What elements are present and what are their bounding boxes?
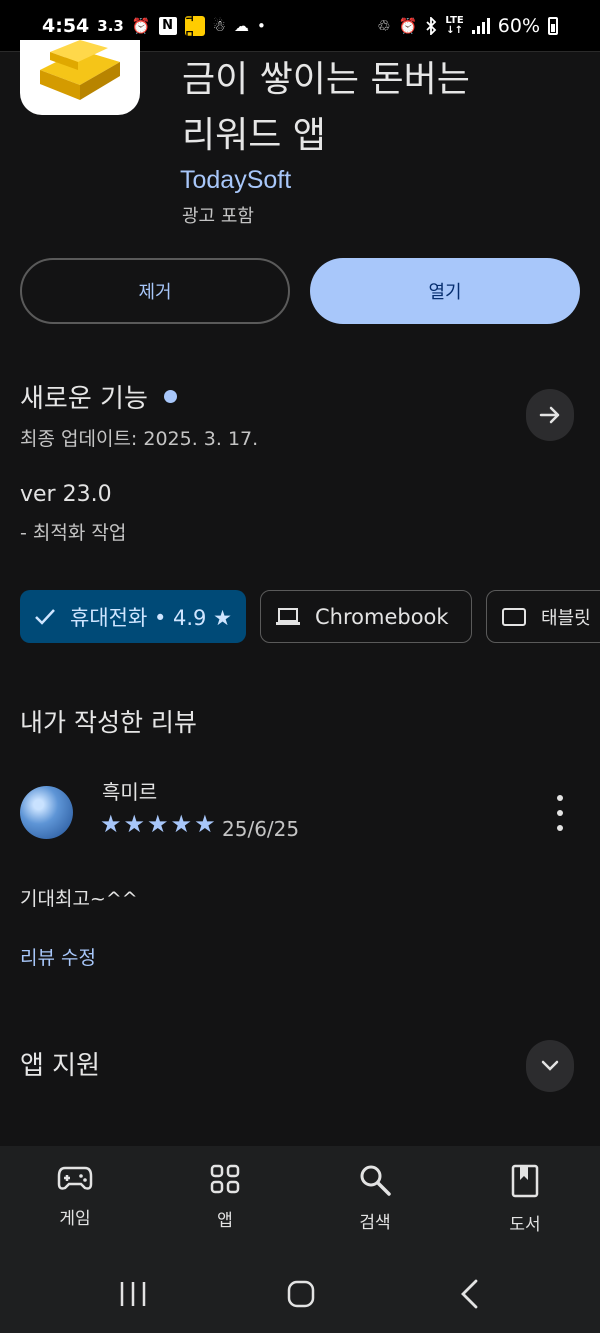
recycle-icon: ♲: [377, 16, 391, 35]
naver-icon: N: [158, 16, 177, 35]
star-icon: ★: [170, 810, 193, 838]
developer-link[interactable]: TodaySoft: [180, 166, 291, 195]
star-icon: ★: [147, 810, 169, 838]
open-button[interactable]: 열기: [310, 258, 580, 324]
nav-apps-label: 앱: [217, 1211, 233, 1231]
app-title: 금이 쌓이는 돈버는 리워드 앱: [182, 52, 582, 164]
status-right: ♲ ⏰ LTE ↓↑ 60%: [377, 15, 558, 37]
more-vert-dot: [557, 825, 563, 831]
nav-books[interactable]: 도서: [450, 1146, 600, 1256]
phone-rating-chip[interactable]: 휴대전화 • 4.9 ★: [20, 590, 246, 643]
contains-ads-label: 광고 포함: [182, 206, 254, 227]
bluetooth-icon: [425, 16, 437, 35]
star-rating: ★ ★ ★ ★ ★: [100, 812, 216, 836]
cloud-icon: ☁: [233, 16, 249, 35]
new-indicator-dot: [163, 390, 177, 403]
app-icon: [20, 40, 140, 115]
alarm-icon: ⏰: [398, 16, 418, 35]
status-text: 3.3: [97, 16, 124, 35]
home-icon[interactable]: [286, 1279, 316, 1309]
more-vert-dot: [557, 795, 563, 801]
nav-games-label: 게임: [59, 1209, 91, 1229]
book-icon: [511, 1164, 539, 1198]
recent-apps-icon[interactable]: [118, 1280, 148, 1308]
avatar: [20, 786, 73, 839]
app-support-expand-button[interactable]: [526, 1040, 574, 1092]
last-updated: 최종 업데이트: 2025. 3. 17.: [20, 428, 259, 450]
figure-icon: ☃: [212, 16, 226, 35]
review-text: 기대최고~^^: [20, 888, 138, 910]
checkmark-icon: [35, 608, 55, 625]
app-title-line: 금이 쌓이는 돈버는: [182, 59, 470, 100]
arrow-right-icon: [539, 406, 560, 424]
nav-books-label: 도서: [509, 1215, 541, 1235]
star-icon: ★: [194, 810, 216, 838]
more-notifications-dot: •: [256, 16, 266, 35]
whats-new-title: 새로운 기능: [20, 384, 148, 414]
app-support-heading[interactable]: 앱 지원: [20, 1045, 100, 1082]
release-note: - 최적화 작업: [20, 522, 127, 544]
whats-new-arrow-button[interactable]: [526, 389, 574, 441]
whats-new-heading[interactable]: 새로운 기능: [20, 378, 177, 415]
app-notification-icon: ㅋㅁ: [184, 12, 205, 41]
search-icon: [360, 1165, 391, 1196]
more-vert-dot: [557, 810, 563, 816]
clock: 4:54: [42, 14, 90, 37]
my-review-heading: 내가 작성한 리뷰: [20, 708, 197, 737]
uninstall-button[interactable]: 제거: [20, 258, 290, 324]
edit-review-link[interactable]: 리뷰 수정: [20, 943, 96, 970]
system-navigation-bar: [0, 1256, 600, 1333]
nav-search[interactable]: 검색: [300, 1146, 450, 1256]
tablet-chip[interactable]: 태블릿: [486, 590, 600, 643]
status-left: 4:54 3.3 ⏰ N ㅋㅁ ☃ ☁ •: [42, 12, 266, 41]
review-date: 25/6/25: [222, 817, 300, 841]
apps-grid-icon: [210, 1164, 240, 1194]
reviewer-name: 흑미르: [102, 780, 158, 804]
review-more-options-button[interactable]: [546, 795, 574, 831]
star-icon: ★: [100, 810, 122, 838]
alarm-icon: ⏰: [131, 16, 151, 35]
bottom-navigation: 게임 앱 검색 도서: [0, 1146, 600, 1256]
gamepad-icon: [57, 1166, 93, 1190]
app-title-line: 리워드 앱: [182, 115, 326, 156]
signal-icon: [471, 17, 490, 34]
battery-icon: [548, 16, 558, 35]
nav-games[interactable]: 게임: [0, 1146, 150, 1256]
chromebook-chip[interactable]: Chromebook: [260, 590, 472, 643]
tablet-icon: [502, 607, 526, 626]
laptop-icon: [276, 607, 300, 625]
phone-chip-label: 휴대전화 • 4.9 ★: [70, 605, 232, 630]
tablet-chip-label: 태블릿: [541, 607, 591, 629]
nav-search-label: 검색: [359, 1213, 391, 1233]
nav-apps[interactable]: 앱: [150, 1146, 300, 1256]
chromebook-chip-label: Chromebook: [315, 604, 449, 629]
lte-indicator: LTE ↓↑: [445, 14, 464, 36]
star-icon: ★: [123, 810, 146, 838]
chevron-down-icon: [541, 1060, 559, 1071]
back-icon[interactable]: [458, 1278, 480, 1310]
battery-percent: 60%: [497, 14, 540, 37]
version-label: ver 23.0: [20, 482, 112, 507]
